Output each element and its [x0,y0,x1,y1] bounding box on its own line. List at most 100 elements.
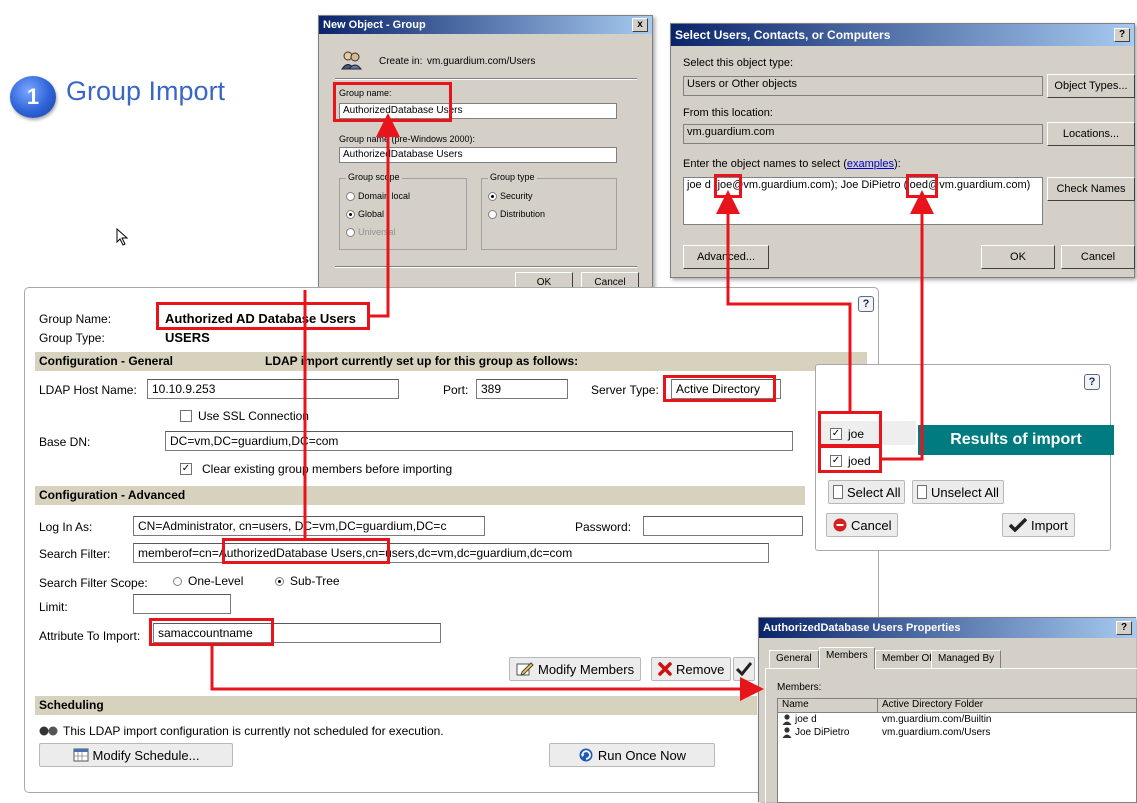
scope-one-level-radio[interactable]: One-Level [173,574,243,588]
edit-icon [516,662,534,676]
highlight-search-filter-cn [222,538,390,564]
help-icon[interactable]: ? [1116,621,1132,635]
select-users-dialog: Select Users, Contacts, or Computers ? S… [670,23,1135,278]
create-in-label: Create in: [379,56,423,67]
object-type-field: Users or Other objects [683,76,1043,96]
scope-sub-tree-radio[interactable]: Sub-Tree [275,574,340,588]
scope-domain-local-radio[interactable]: Domain local [346,191,410,201]
use-ssl-option[interactable]: Use SSL Connection [180,409,309,423]
highlight-result-joed [818,445,882,473]
group-scope-box: Group scope Domain local Global Universa… [339,172,467,250]
members-list[interactable]: Name Active Directory Folder joe d vm.gu… [777,698,1137,803]
help-icon[interactable]: ? [1084,374,1100,390]
object-types-button[interactable]: Object Types... [1047,74,1135,98]
select-all-icon [833,485,843,499]
login-as-input[interactable]: CN=Administrator, cn=users, DC=vm,DC=gua… [133,516,485,536]
cancel-icon [833,518,847,532]
group-users-icon [341,51,363,70]
remove-button[interactable]: Remove [651,657,732,681]
select-all-button[interactable]: Select All [828,480,906,504]
group-name-label: Group Name: [39,312,112,326]
slide-title: Group Import [66,76,226,106]
ldap-host-input[interactable]: 10.10.9.253 [147,379,399,399]
location-label: From this location: [683,107,773,119]
cancel-button[interactable]: Cancel [826,513,899,537]
scheduling-bar: Scheduling [35,696,757,715]
unselect-all-button[interactable]: Unselect All [912,480,1004,504]
group-name-pre2000-input[interactable]: AuthorizedDatabase Users [339,147,617,163]
column-folder-header[interactable]: Active Directory Folder [878,699,983,712]
import-label: Import [1031,517,1068,533]
members-label: Members: [777,682,822,693]
tab-members[interactable]: Members [819,647,875,669]
import-button[interactable]: Import [1002,513,1075,537]
advanced-button[interactable]: Advanced... [683,245,769,269]
schedule-status: This LDAP import configuration is curren… [39,724,444,738]
location-field: vm.guardium.com [683,124,1043,144]
password-input[interactable] [643,516,803,536]
object-type-label: Select this object type: [683,57,794,69]
scope-global-radio[interactable]: Global [346,209,384,219]
member-name-cell: Joe DiPietro [778,727,878,738]
mouse-pointer-icon [116,228,129,246]
radio-indicator [346,227,355,237]
type-security-radio[interactable]: Security [488,191,533,201]
remove-x-icon [658,662,672,676]
ok-button[interactable]: OK [981,245,1055,269]
config-general-bar: Configuration - General LDAP import curr… [35,352,867,371]
member-folder: vm.guardium.com/Users [882,727,991,738]
modify-members-button[interactable]: Modify Members [509,657,642,681]
radio-label: Universal [358,227,396,237]
run-once-button[interactable]: Run Once Now [549,743,715,767]
examples-link[interactable]: examples [847,158,894,170]
dialog-title-bar: AuthorizedDatabase Users Properties ? [759,618,1136,638]
group-type-box: Group type Security Distribution [481,172,617,250]
scheduling-label: Scheduling [39,698,104,712]
search-filter-label: Search Filter: [39,547,111,561]
clear-existing-checkbox[interactable]: ✓ [180,463,192,475]
user-icon [782,727,792,738]
tab-general[interactable]: General [769,650,819,668]
check-names-button[interactable]: Check Names [1047,177,1135,201]
port-input[interactable]: 389 [476,379,568,399]
config-advanced-label: Configuration - Advanced [39,488,186,502]
ldap-status-text: LDAP import currently set up for this gr… [265,354,579,368]
scope-universal-radio[interactable]: Universal [346,227,396,237]
tab-managed-by[interactable]: Managed By [931,650,1002,668]
highlight-joe-name [714,174,742,198]
group-scope-title: Group scope [346,172,402,182]
group-type-value: USERS [165,330,210,345]
cancel-button[interactable]: Cancel [1061,245,1135,269]
base-dn-input[interactable]: DC=vm,DC=guardium,DC=com [165,431,793,451]
member-row[interactable]: joe d vm.guardium.com/Builtin [778,713,1136,726]
member-row[interactable]: Joe DiPietro vm.guardium.com/Users [778,726,1136,739]
member-name: Joe DiPietro [795,727,850,738]
radio-label: Global [358,209,385,219]
ldap-host-label: LDAP Host Name: [39,383,137,397]
highlight-server-type [663,375,776,402]
use-ssl-checkbox[interactable] [180,410,192,422]
locations-button[interactable]: Locations... [1047,122,1135,146]
ldap-import-panel: ? Group Name: Authorized AD Database Use… [24,287,879,793]
user-icon [782,714,792,725]
radio-indicator [275,576,284,586]
save-check-button[interactable] [733,657,755,681]
clear-existing-label: Clear existing group members before impo… [202,462,453,476]
names-label: Enter the object names to select (exampl… [683,158,901,170]
column-name-header[interactable]: Name [778,699,878,712]
tab-member-of[interactable]: Member Of [875,650,940,668]
radio-indicator [346,191,355,201]
server-type-label: Server Type: [591,383,659,397]
limit-input[interactable] [133,594,231,614]
help-icon[interactable]: ? [858,296,874,312]
member-name-cell: joe d [778,714,878,725]
attribute-import-label: Attribute To Import: [39,629,141,643]
modify-schedule-label: Modify Schedule... [92,747,200,763]
type-distribution-radio[interactable]: Distribution [488,209,545,219]
group-properties-dialog: AuthorizedDatabase Users Properties ? Ge… [758,617,1137,803]
clear-existing-option[interactable]: ✓ Clear existing group members before im… [180,462,452,476]
radio-indicator [488,209,497,219]
modify-schedule-button[interactable]: Modify Schedule... [39,743,233,767]
close-icon[interactable]: x [632,18,648,32]
help-icon[interactable]: ? [1114,28,1130,42]
